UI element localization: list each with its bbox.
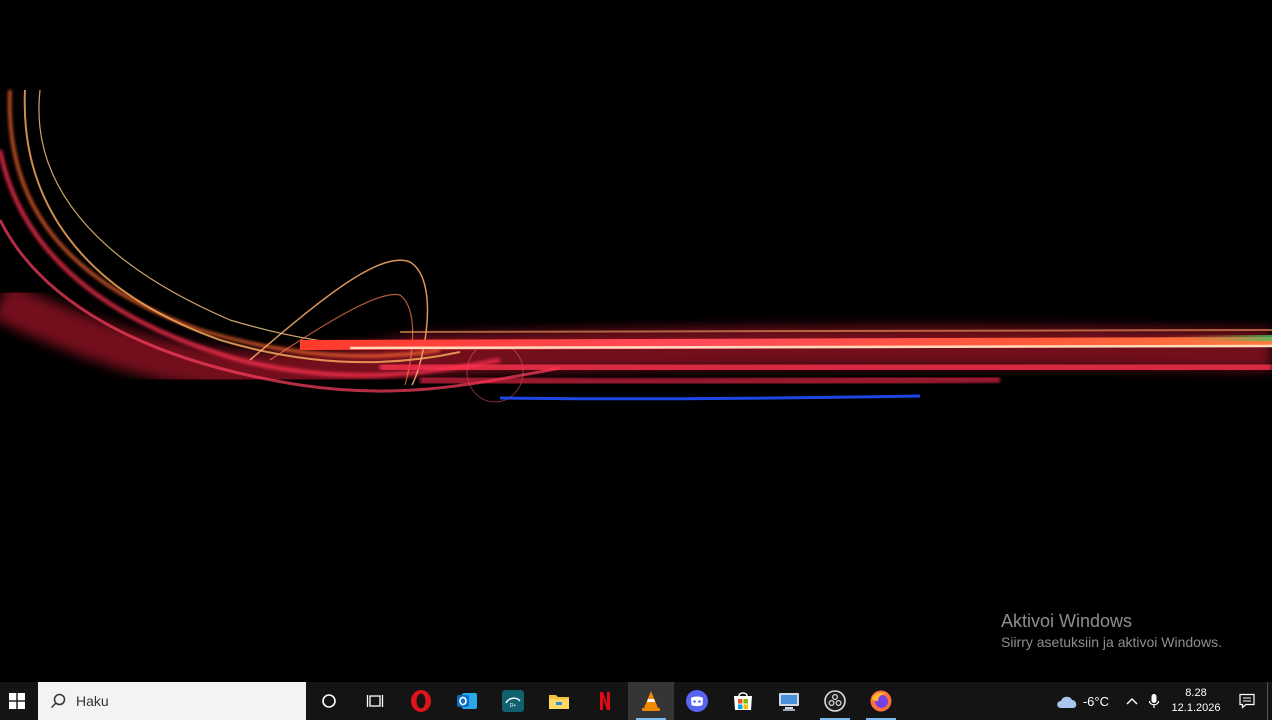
folder-icon <box>549 695 569 709</box>
taskbar: D+ <box>0 682 1272 720</box>
taskbar-app-disney-plus[interactable]: D+ <box>490 682 536 720</box>
search-box[interactable] <box>38 682 306 720</box>
taskbar-app-file-explorer[interactable] <box>536 682 582 720</box>
outlook-icon <box>457 693 477 709</box>
firefox-icon <box>870 690 892 712</box>
wallpaper-light-streaks <box>0 89 1272 403</box>
task-view-icon <box>366 695 384 707</box>
activation-title: Aktivoi Windows <box>1001 611 1133 631</box>
activate-windows-watermark: Aktivoi Windows Siirry asetuksiin ja akt… <box>1001 610 1222 652</box>
weather-widget[interactable]: -6°C <box>1055 693 1109 709</box>
notification-icon <box>1239 693 1255 709</box>
store-icon <box>734 692 752 710</box>
taskbar-app-firefox[interactable] <box>858 682 904 720</box>
show-desktop-button[interactable] <box>1267 682 1272 720</box>
taskbar-app-netflix[interactable] <box>582 682 628 720</box>
notification-center-button[interactable] <box>1227 682 1267 720</box>
taskbar-app-discord[interactable] <box>674 682 720 720</box>
vlc-cone-icon <box>642 691 660 711</box>
system-tray: -6°C 8.28 12.1.2026 <box>1055 682 1272 720</box>
taskbar-app-vlc[interactable] <box>628 682 674 720</box>
cortana-button[interactable] <box>306 682 352 720</box>
taskbar-app-opera[interactable] <box>398 682 444 720</box>
search-input[interactable] <box>74 692 278 710</box>
tray-overflow-button[interactable] <box>1121 682 1143 720</box>
obs-icon <box>824 690 846 712</box>
chevron-up-icon <box>1126 698 1138 705</box>
activation-subtitle: Siirry asetuksiin ja aktivoi Windows. <box>1001 634 1222 650</box>
svg-text:D+: D+ <box>510 703 517 709</box>
desktop[interactable]: Aktivoi Windows Siirry asetuksiin ja akt… <box>0 0 1272 682</box>
temperature-text: -6°C <box>1082 693 1109 709</box>
windows-logo-icon <box>9 693 25 709</box>
netflix-icon <box>600 692 610 710</box>
clock-date: 12.1.2026 <box>1171 702 1221 714</box>
cortana-circle-icon <box>322 694 336 708</box>
opera-icon <box>411 690 431 712</box>
search-icon <box>50 693 66 709</box>
clock-time: 8.28 <box>1185 687 1207 699</box>
taskbar-app-outlook[interactable] <box>444 682 490 720</box>
cloud-icon <box>1057 696 1077 708</box>
task-view-button[interactable] <box>352 682 398 720</box>
microphone-icon <box>1148 694 1160 708</box>
taskbar-app-microsoft-store[interactable] <box>720 682 766 720</box>
clock[interactable]: 8.28 12.1.2026 <box>1165 686 1227 716</box>
microphone-button[interactable] <box>1143 682 1165 720</box>
start-button[interactable] <box>0 682 34 720</box>
taskbar-app-obs[interactable] <box>812 682 858 720</box>
remote-desktop-icon <box>779 693 799 711</box>
disney-plus-icon: D+ <box>502 690 524 712</box>
taskbar-app-remote-desktop[interactable] <box>766 682 812 720</box>
discord-icon <box>686 690 708 712</box>
